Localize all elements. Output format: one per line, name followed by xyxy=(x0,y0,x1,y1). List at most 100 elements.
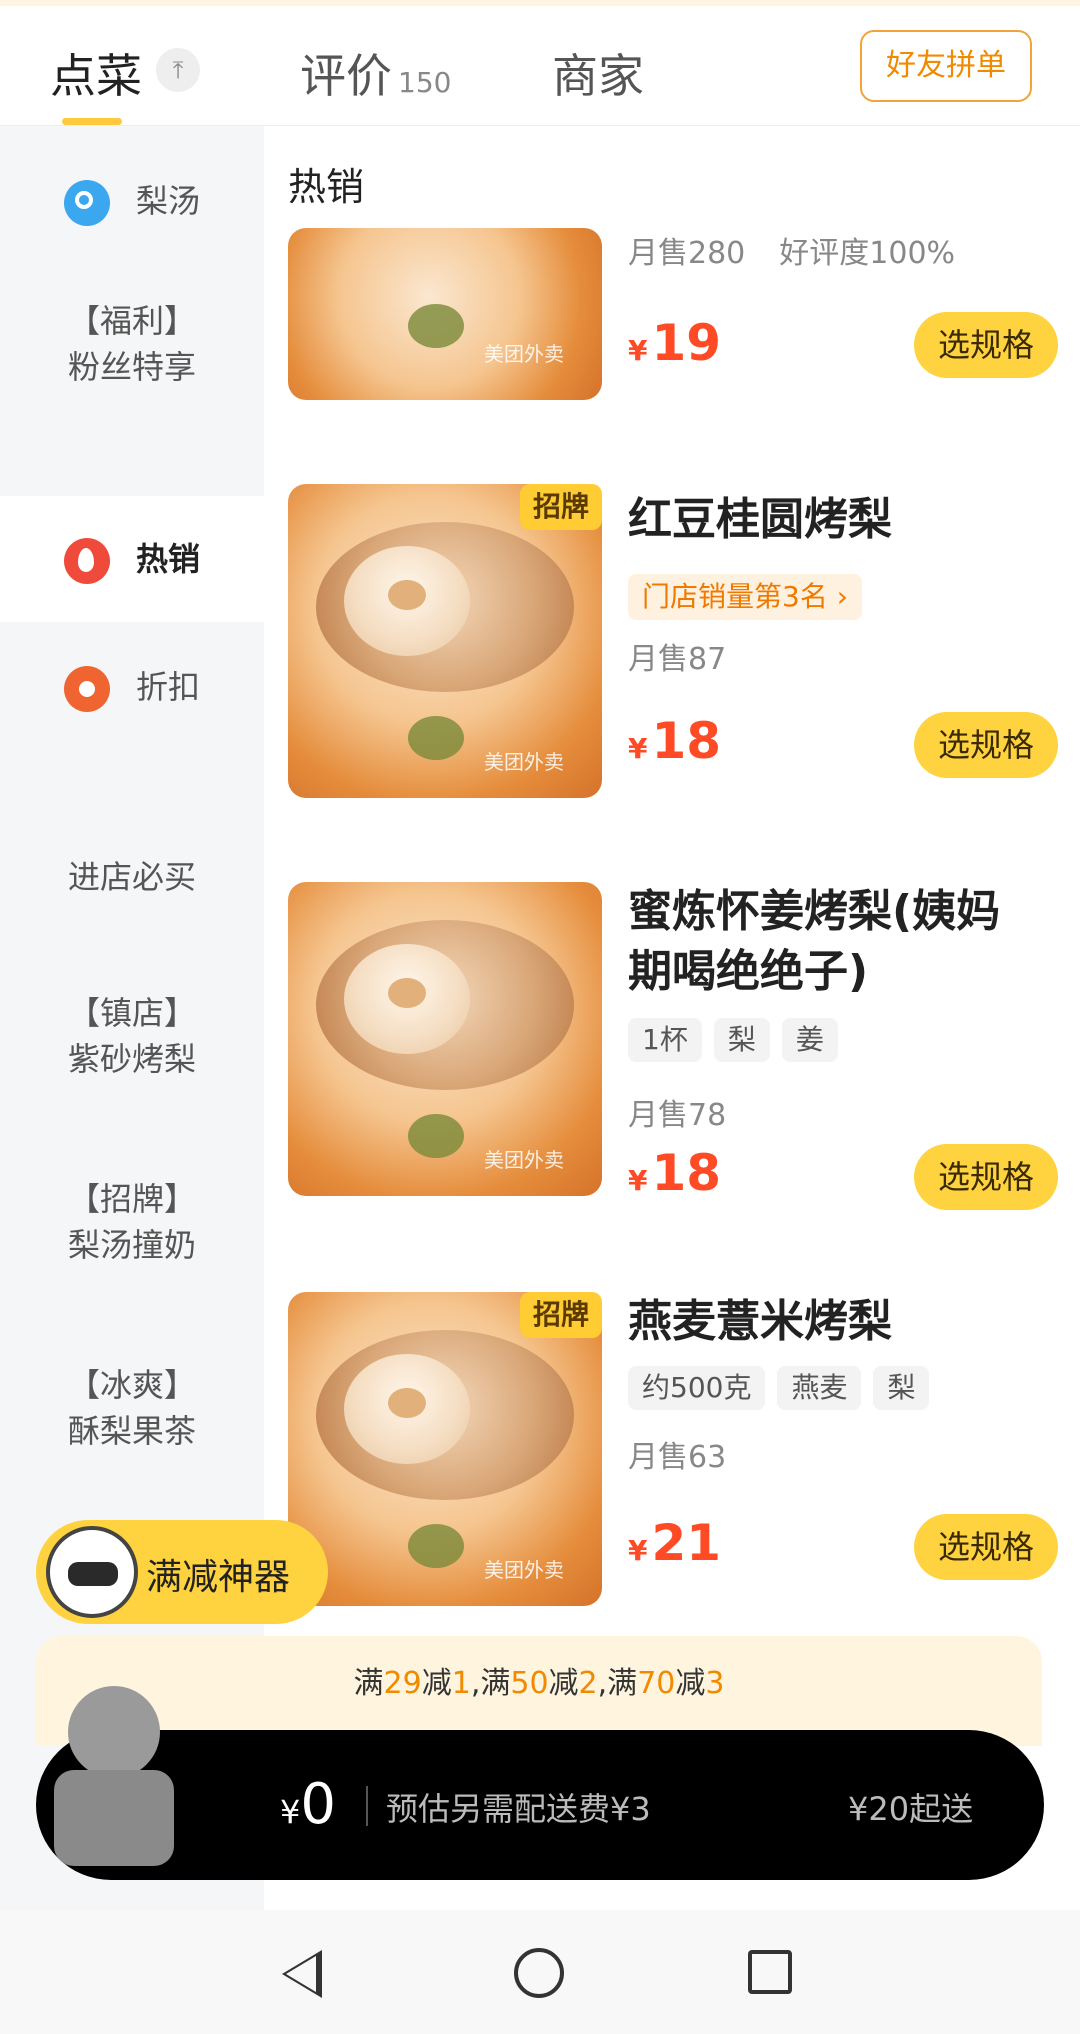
price-value: 19 xyxy=(651,314,722,372)
cart-bar[interactable]: ¥0 预估另需配送费¥3 ¥20起送 xyxy=(36,1730,1044,1880)
group-order-button[interactable]: 好友拼单 xyxy=(860,30,1032,102)
promo-fragment: ,满 xyxy=(597,1666,638,1701)
sidebar-item-label: 折扣 xyxy=(135,668,200,706)
delivery-fee-text: 预估另需配送费¥3 xyxy=(386,1790,651,1828)
currency-symbol: ¥ xyxy=(280,1793,301,1831)
price-value: 18 xyxy=(651,1144,722,1202)
product-name-line: 期喝绝绝子) xyxy=(628,946,869,997)
product-name[interactable]: 燕麦薏米烤梨 xyxy=(628,1292,892,1352)
sidebar-item-label: 梨汤 xyxy=(135,182,200,220)
promo-number: 2 xyxy=(578,1666,598,1701)
delivery-mascot-icon[interactable] xyxy=(46,1686,176,1876)
sold-count: 月售87 xyxy=(628,642,727,677)
promo-number: 3 xyxy=(705,1666,725,1701)
sold-count: 月售78 xyxy=(628,1098,727,1133)
product-tags: 约500克 燕麦梨 xyxy=(628,1366,941,1410)
promo-fragment: 减 xyxy=(548,1666,579,1701)
section-title: 热销 xyxy=(288,165,365,209)
currency-symbol: ¥ xyxy=(628,732,648,765)
shop-logo-icon xyxy=(408,304,464,348)
product-image[interactable]: 美团外卖 xyxy=(288,228,602,400)
search-icon xyxy=(63,180,110,226)
product-tag: 1杯 xyxy=(628,1018,702,1062)
discount-helper-button[interactable]: 满减神器 xyxy=(36,1520,328,1624)
monthly-sales: 月售87 xyxy=(628,634,726,678)
image-watermark: 美团外卖 xyxy=(484,750,564,774)
promo-number: 50 xyxy=(510,1666,549,1701)
product-price: ¥19 xyxy=(628,314,721,372)
product-tag: 梨 xyxy=(713,1018,770,1062)
sold-count: 月售280 xyxy=(628,236,746,271)
sidebar-item-pear-soup-milk[interactable]: 【招牌】 梨汤撞奶 xyxy=(0,1176,264,1268)
product-card[interactable]: 美团外卖 招牌 燕麦薏米烤梨 约500克 燕麦梨 月售63 ¥21 选规格 xyxy=(288,1292,1068,1612)
helper-label: 满减神器 xyxy=(146,1557,291,1598)
product-name[interactable]: 蜜炼怀姜烤梨(姨妈 期喝绝绝子) xyxy=(628,882,1000,1002)
image-watermark: 美团外卖 xyxy=(484,342,564,366)
home-icon[interactable] xyxy=(514,1948,564,1998)
currency-symbol: ¥ xyxy=(628,1164,648,1197)
robot-mascot-icon xyxy=(46,1526,138,1618)
signature-badge: 招牌 xyxy=(520,484,602,530)
image-watermark: 美团外卖 xyxy=(484,1558,564,1582)
price-value: 18 xyxy=(651,712,722,770)
review-count: 150 xyxy=(398,66,452,99)
rating: 好评度100% xyxy=(779,236,956,271)
product-image[interactable]: 美团外卖 xyxy=(288,484,602,798)
tab-reviews-label: 评价 xyxy=(300,49,392,103)
shop-logo-icon xyxy=(408,716,464,760)
price-value: 21 xyxy=(651,1514,722,1572)
active-tab-indicator xyxy=(62,118,122,125)
pear-shape xyxy=(344,944,470,1054)
monthly-sales: 月售78 xyxy=(628,1090,726,1134)
sidebar-item-lítang[interactable]: 梨汤 xyxy=(0,178,264,226)
tab-merchant[interactable]: 商家 xyxy=(552,40,644,106)
promo-fragment: 减 xyxy=(421,1666,452,1701)
promo-number: 1 xyxy=(451,1666,471,1701)
sidebar-item-must-buy[interactable]: 进店必买 xyxy=(0,854,264,900)
sidebar-item-fan-benefits[interactable]: 【福利】 粉丝特享 xyxy=(0,258,264,498)
promo-fragment: 减 xyxy=(675,1666,706,1701)
cart-total: ¥0 xyxy=(280,1772,336,1837)
currency-symbol: ¥ xyxy=(628,334,648,367)
product-price: ¥18 xyxy=(628,712,721,770)
product-card[interactable]: 美团外卖 月售280 好评度100% ¥19 选规格 xyxy=(288,228,1068,428)
recent-apps-icon[interactable] xyxy=(748,1950,792,1994)
select-spec-button[interactable]: 选规格 xyxy=(914,1144,1058,1210)
select-spec-button[interactable]: 选规格 xyxy=(914,1514,1058,1580)
product-card[interactable]: 美团外卖 蜜炼怀姜烤梨(姨妈 期喝绝绝子) 1杯梨姜 月售78 ¥18 选规格 xyxy=(288,882,1068,1210)
sidebar-item-label: 梨汤撞奶 xyxy=(67,1226,196,1264)
product-card[interactable]: 美团外卖 招牌 红豆桂圆烤梨 门店销量第3名 › 月售87 ¥18 选规格 xyxy=(288,484,1068,804)
product-tag: 燕麦 xyxy=(777,1366,862,1410)
product-name[interactable]: 红豆桂圆烤梨 xyxy=(628,490,892,550)
select-spec-button[interactable]: 选规格 xyxy=(914,312,1058,378)
store-rank-pill[interactable]: 门店销量第3名 › xyxy=(628,574,862,620)
sidebar-item-label: 【镇店】 xyxy=(67,994,196,1032)
sidebar-item-iced-pear-tea[interactable]: 【冰爽】 酥梨果茶 xyxy=(0,1362,264,1454)
promo-number: 29 xyxy=(383,1666,422,1701)
sidebar-item-signature-clay-pear[interactable]: 【镇店】 紫砂烤梨 xyxy=(0,990,264,1082)
sidebar-item-label: 【福利】 xyxy=(67,302,196,340)
sidebar-item-label: 【招牌】 xyxy=(67,1180,196,1218)
pin-top-icon[interactable]: ⤒ xyxy=(156,48,200,92)
promo-number: 70 xyxy=(637,1666,676,1701)
tab-reviews[interactable]: 评价 150 xyxy=(300,40,451,106)
mascot-head xyxy=(68,1686,160,1778)
sidebar-item-discount[interactable]: 折扣 xyxy=(0,622,264,752)
signature-badge: 招牌 xyxy=(520,1292,602,1338)
promo-fragment: 满 xyxy=(353,1666,384,1701)
promo-fragment: ,满 xyxy=(470,1666,511,1701)
product-tag: 约500克 xyxy=(628,1366,766,1410)
tab-header: 点菜 ⤒ 评价 150 商家 好友拼单 xyxy=(0,6,1080,126)
product-price: ¥21 xyxy=(628,1514,721,1572)
sidebar-item-hot-sales[interactable]: 热销 xyxy=(0,496,264,622)
back-icon[interactable] xyxy=(282,1950,322,1998)
product-image[interactable]: 美团外卖 xyxy=(288,882,602,1196)
product-price: ¥18 xyxy=(628,1144,721,1202)
image-watermark: 美团外卖 xyxy=(484,1148,564,1172)
select-spec-button[interactable]: 选规格 xyxy=(914,712,1058,778)
product-image[interactable]: 美团外卖 xyxy=(288,1292,602,1606)
sold-count: 月售63 xyxy=(628,1440,727,1475)
pear-shape xyxy=(344,1354,470,1464)
tab-order[interactable]: 点菜 xyxy=(50,40,142,106)
min-order-text: ¥20起送 xyxy=(848,1790,974,1828)
